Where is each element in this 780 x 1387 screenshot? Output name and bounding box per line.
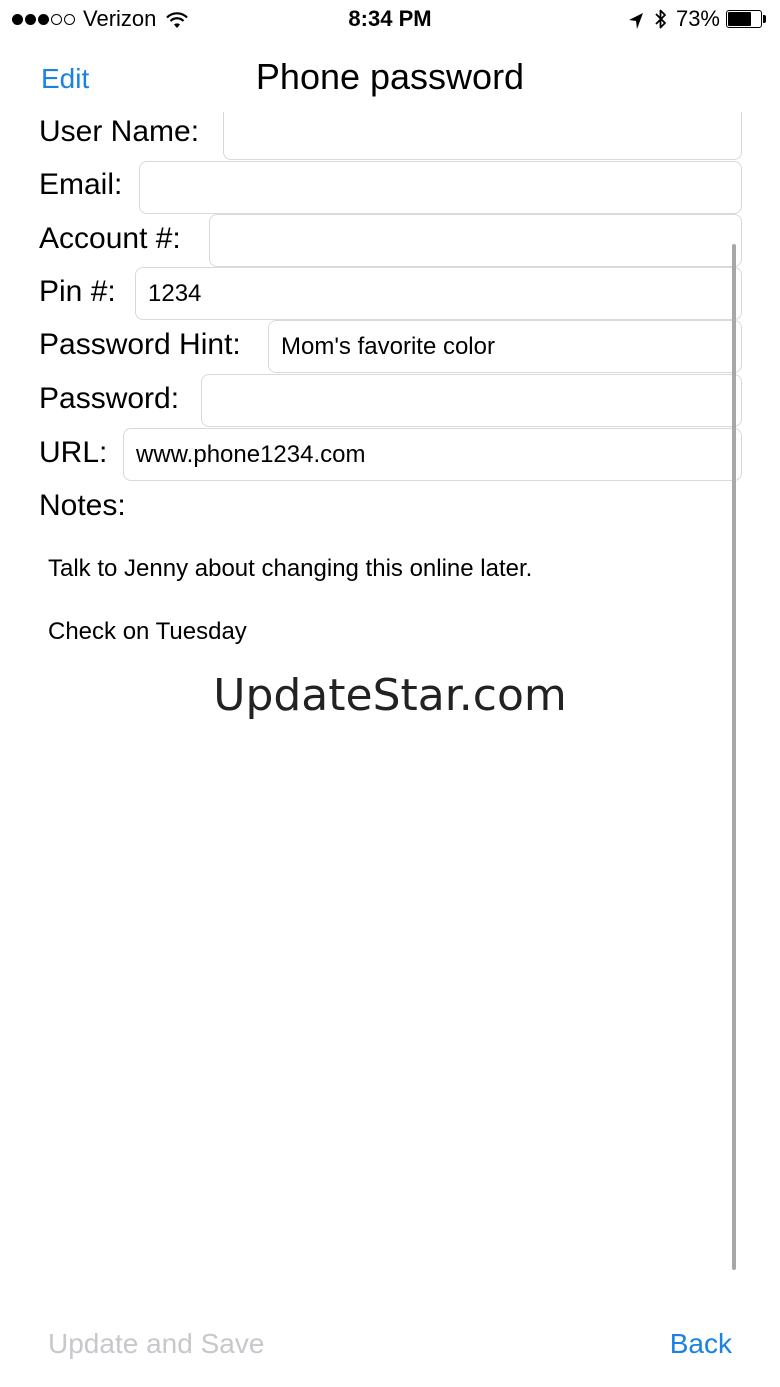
navigation-bar: Edit Phone password <box>0 44 780 110</box>
battery-percent: 73% <box>675 6 720 31</box>
bluetooth-icon <box>654 8 668 30</box>
back-button[interactable]: Back <box>670 1328 732 1360</box>
password-hint-field[interactable] <box>268 320 742 373</box>
status-bar: Verizon 8:34 PM 73% <box>0 0 780 40</box>
email-row: Email: <box>0 161 780 215</box>
pin-field[interactable] <box>135 267 742 320</box>
bottom-toolbar: Update and Save Back <box>0 1310 780 1380</box>
user-name-row: User Name: <box>0 112 780 166</box>
notes-line: Talk to Jenny about changing this online… <box>48 555 533 582</box>
url-label: URL: <box>39 436 108 469</box>
pin-row: Pin #: <box>0 267 780 321</box>
user-name-label: User Name: <box>39 115 200 148</box>
status-bar-right: 73% <box>628 6 766 32</box>
url-field[interactable] <box>123 428 742 481</box>
account-field[interactable] <box>209 214 742 267</box>
pin-label: Pin #: <box>39 275 116 308</box>
account-label: Account #: <box>39 222 181 255</box>
battery-icon <box>726 10 766 28</box>
notes-label: Notes: <box>39 489 126 522</box>
page-title: Phone password <box>255 56 525 97</box>
url-row: URL: <box>0 428 780 482</box>
location-arrow-icon <box>628 10 644 29</box>
watermark: UpdateStar.com <box>213 670 567 721</box>
update-and-save-button[interactable]: Update and Save <box>48 1328 264 1360</box>
battery-level-fill <box>728 12 751 26</box>
password-hint-label: Password Hint: <box>39 328 241 361</box>
account-row: Account #: <box>0 214 780 268</box>
password-row: Password: <box>0 374 780 428</box>
email-label: Email: <box>39 168 123 201</box>
email-field[interactable] <box>139 161 742 214</box>
password-hint-row: Password Hint: <box>0 320 780 374</box>
password-label: Password: <box>39 382 180 415</box>
vertical-scrollbar[interactable] <box>732 244 736 1270</box>
notes-line: Check on Tuesday <box>48 618 247 645</box>
notes-text-area[interactable]: Talk to Jenny about changing this online… <box>48 553 708 679</box>
user-name-field[interactable] <box>223 112 742 160</box>
password-field[interactable] <box>201 374 742 427</box>
